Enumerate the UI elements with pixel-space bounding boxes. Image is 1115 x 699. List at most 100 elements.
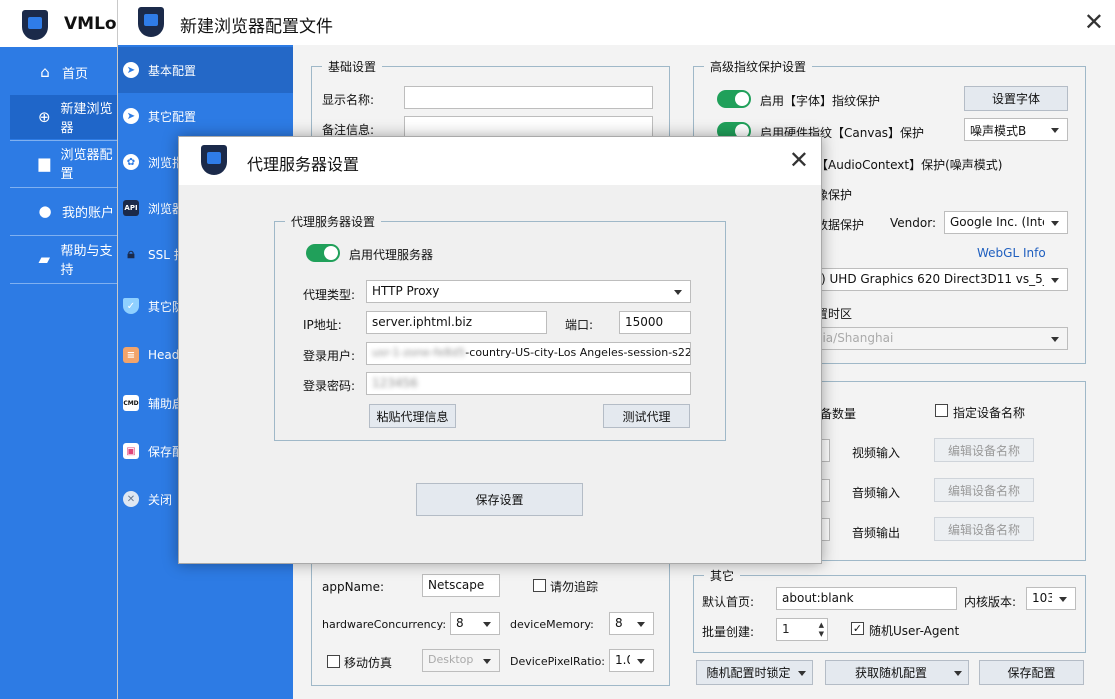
app-sidebar: ⌂ 首页 ⊕ 新建浏览器 ▆ 浏览器配置 ● 我的账户 ▰ 帮助与支持 <box>0 47 120 699</box>
font-protect-toggle[interactable] <box>717 90 751 108</box>
group-title: 其它 <box>704 567 741 584</box>
get-random-config-button[interactable]: 获取随机配置 <box>825 660 969 685</box>
paste-proxy-button[interactable]: 粘贴代理信息 <box>369 404 456 428</box>
stepper-up-icon[interactable]: ▲ <box>819 621 824 629</box>
device-memory-select[interactable]: 8 <box>609 612 654 635</box>
select-value: HTTP Proxy <box>372 284 440 298</box>
do-not-track-label: 请勿追踪 <box>550 580 599 594</box>
vendor-select[interactable]: Google Inc. (Intel <box>944 211 1068 234</box>
batch-create-stepper[interactable]: 1 ▲ ▼ <box>776 618 828 641</box>
device-memory-label: deviceMemory: <box>510 618 594 631</box>
group-title: 代理服务器设置 <box>285 213 382 230</box>
ip-address-input[interactable]: server.iphtml.biz <box>366 311 547 334</box>
batch-create-label: 批量创建: <box>702 625 755 639</box>
mobile-emulation-label: 移动仿真 <box>344 656 393 670</box>
home-icon: ⌂ <box>40 63 50 81</box>
test-proxy-button[interactable]: 测试代理 <box>603 404 690 428</box>
select-value: Desktop <box>428 653 474 666</box>
select-value: 8 <box>615 616 623 630</box>
edit-video-name-button[interactable]: 编辑设备名称 <box>934 438 1034 462</box>
proxy-dialog: 代理服务器设置 ✕ 代理服务器设置 启用代理服务器 代理类型: HTTP Pro… <box>178 136 822 564</box>
select-value: 1.0 <box>615 653 630 667</box>
audio-output-label: 音频输出 <box>852 526 901 540</box>
app-nav-label: 我的账户 <box>62 205 115 221</box>
username-input[interactable]: usr-1-zone-fe8d5-country-US-city-Los Ang… <box>366 342 691 365</box>
select-value: Google Inc. (Intel <box>950 215 1044 229</box>
select-value: 103 <box>1032 591 1052 605</box>
app-nav-label: 新建浏览器 <box>60 102 113 136</box>
save-config-button[interactable]: 保存配置 <box>979 660 1084 685</box>
profile-logo-icon <box>138 7 164 37</box>
display-name-input[interactable] <box>404 86 653 109</box>
divider <box>10 187 120 188</box>
app-titlebar: VMLogi <box>0 0 135 46</box>
set-font-button[interactable]: 设置字体 <box>964 86 1068 111</box>
ip-address-label: IP地址: <box>303 318 342 332</box>
do-not-track-checkbox[interactable] <box>533 579 546 592</box>
homepage-input[interactable]: about:blank <box>776 587 957 610</box>
close-icon[interactable]: ✕ <box>1084 10 1104 34</box>
canvas-mode-select[interactable]: 噪声模式B <box>964 118 1068 141</box>
app-nav-help[interactable]: ▰ 帮助与支持 <box>10 237 120 281</box>
kernel-version-label: 内核版本: <box>964 595 1017 609</box>
mobile-device-select[interactable]: Desktop <box>422 649 500 672</box>
shield-icon: ✓ <box>123 298 139 314</box>
app-nav-label: 浏览器配置 <box>60 148 113 182</box>
app-nav-label: 首页 <box>62 66 89 82</box>
device-pixel-ratio-label: DevicePixelRatio: <box>510 655 606 668</box>
specify-name-checkbox[interactable] <box>935 404 948 417</box>
profile-nav-label: 其它配置 <box>148 109 197 124</box>
kernel-version-select[interactable]: 103 <box>1026 587 1076 610</box>
book-icon: ▰ <box>38 250 51 268</box>
profile-nav-other[interactable]: ➤ 其它配置 <box>118 93 293 139</box>
edit-audio-in-name-button[interactable]: 编辑设备名称 <box>934 478 1034 502</box>
select-value: Asia/Shanghai <box>808 331 894 345</box>
group-title: 高级指纹保护设置 <box>704 58 813 75</box>
random-ua-checkbox[interactable]: ✓ <box>851 622 864 635</box>
profile-nav-basic[interactable]: ➤ 基本配置 <box>118 47 293 93</box>
port-input[interactable]: 15000 <box>619 311 691 334</box>
password-label: 登录密码: <box>303 379 356 393</box>
random-ua-label: 随机User-Agent <box>869 624 960 638</box>
device-pixel-ratio-select[interactable]: 1.0 <box>609 649 654 672</box>
username-value: -country-US-city-Los Angeles-session-s22… <box>465 346 691 359</box>
timezone-select[interactable]: Asia/Shanghai <box>802 327 1068 350</box>
enable-proxy-toggle[interactable] <box>306 244 340 262</box>
audio-input-label: 音频输入 <box>852 486 901 500</box>
profile-titlebar: 新建浏览器配置文件 ✕ <box>118 0 1115 45</box>
cmd-icon: CMD <box>123 395 139 411</box>
mobile-emulation-checkbox[interactable] <box>327 655 340 668</box>
app-nav-new-browser[interactable]: ⊕ 新建浏览器 <box>10 95 120 139</box>
vendor-label: Vendor: <box>890 216 936 230</box>
palette-icon: ✿ <box>123 154 139 170</box>
app-nav-home[interactable]: ⌂ 首页 <box>10 50 120 94</box>
user-icon: ● <box>38 202 52 220</box>
proxy-type-label: 代理类型: <box>303 288 356 302</box>
profile-nav-label: 基本配置 <box>148 63 197 78</box>
renderer-select[interactable]: (R) UHD Graphics 620 Direct3D11 vs_5_0 p… <box>802 268 1068 291</box>
app-nav-browser-config[interactable]: ▆ 浏览器配置 <box>10 141 120 185</box>
profile-nav-label: 关闭 <box>148 492 173 507</box>
random-lock-button[interactable]: 随机配置时锁定 <box>696 660 813 685</box>
port-label: 端口: <box>565 318 594 332</box>
other-settings-group: 其它 默认首页: about:blank 内核版本: 103 批量创建: 1 ▲… <box>693 567 1086 653</box>
proxy-type-select[interactable]: HTTP Proxy <box>366 280 691 303</box>
font-protect-label: 启用【字体】指纹保护 <box>760 94 881 108</box>
password-input[interactable]: 123456 <box>366 372 691 395</box>
app-nav-label: 帮助与支持 <box>60 244 113 278</box>
hardware-concurrency-select[interactable]: 8 <box>450 612 500 635</box>
edit-audio-out-name-button[interactable]: 编辑设备名称 <box>934 517 1034 541</box>
appname-input[interactable]: Netscape <box>422 574 500 597</box>
close-icon[interactable]: ✕ <box>789 148 809 172</box>
profile-title: 新建浏览器配置文件 <box>180 17 333 37</box>
save-settings-button[interactable]: 保存设置 <box>416 483 583 516</box>
plus-circle-icon: ⊕ <box>37 108 51 126</box>
stepper-value: 1 <box>782 622 790 636</box>
stepper-down-icon[interactable]: ▼ <box>819 630 824 638</box>
webgl-info-link[interactable]: WebGL Info <box>977 246 1046 260</box>
dialog-titlebar: 代理服务器设置 ✕ <box>179 137 821 185</box>
homepage-label: 默认首页: <box>702 595 755 609</box>
proxy-settings-group: 代理服务器设置 启用代理服务器 代理类型: HTTP Proxy IP地址: s… <box>274 213 726 441</box>
app-nav-account[interactable]: ● 我的账户 <box>10 189 120 233</box>
hardware-concurrency-label: hardwareConcurrency: <box>322 618 447 631</box>
